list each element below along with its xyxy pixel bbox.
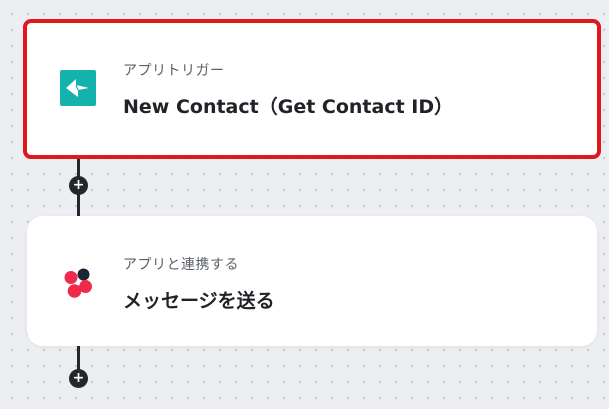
add-step-button-bottom[interactable]: + — [69, 369, 88, 388]
step-type-label: アプリと連携する — [123, 257, 239, 273]
action-step-card[interactable]: アプリと連携する メッセージを送る — [27, 216, 597, 346]
pinwheel-app-icon — [64, 268, 92, 298]
step-title: メッセージを送る — [123, 290, 275, 312]
teal-app-icon — [60, 70, 96, 106]
trigger-step-card[interactable]: アプリトリガー New Contact（Get Contact ID） — [23, 19, 601, 159]
add-step-button[interactable]: + — [69, 176, 88, 195]
step-title: New Contact（Get Contact ID） — [123, 96, 454, 118]
step-type-label: アプリトリガー — [123, 63, 225, 79]
